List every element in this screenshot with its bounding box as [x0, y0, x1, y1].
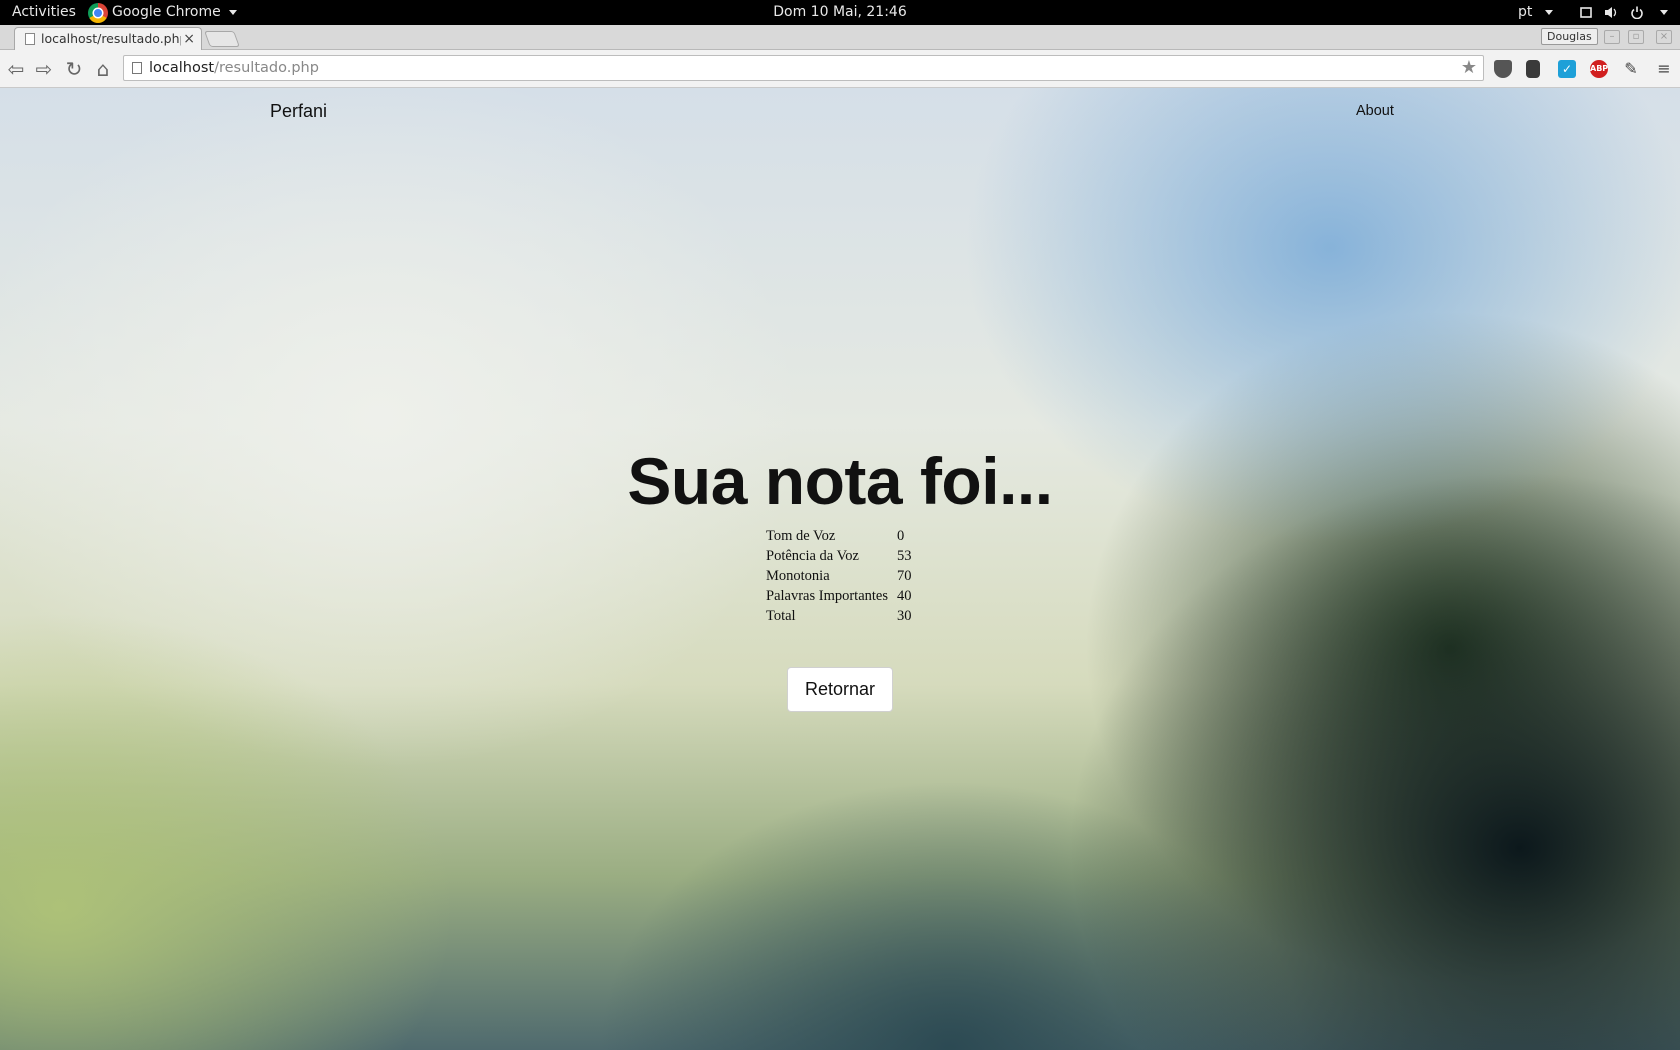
brand-link[interactable]: Perfani: [270, 101, 327, 122]
minimize-button[interactable]: –: [1604, 30, 1620, 44]
devtools-icon[interactable]: ✎: [1622, 60, 1640, 78]
score-label: Total: [766, 608, 796, 624]
profile-button[interactable]: Douglas: [1541, 28, 1598, 45]
score-value: 0: [897, 528, 905, 544]
address-bar[interactable]: localhost/resultado.php ★: [123, 55, 1484, 81]
clock[interactable]: Dom 10 Mai, 21:46: [0, 0, 1680, 25]
score-value: 40: [897, 588, 912, 604]
result-headline: Sua nota foi...: [627, 444, 1053, 518]
table-row: Tom de Voz 0: [766, 526, 912, 546]
volume-icon[interactable]: [1604, 6, 1618, 19]
system-menu-chevron-icon[interactable]: [1660, 10, 1668, 15]
table-row: Monotonia 70: [766, 566, 912, 586]
system-top-bar: Activities Google Chrome Dom 10 Mai, 21:…: [0, 0, 1680, 25]
adblock-plus-icon[interactable]: ABP: [1590, 60, 1608, 78]
maximize-button[interactable]: ▫: [1628, 30, 1644, 44]
power-icon[interactable]: [1630, 6, 1644, 19]
score-label: Tom de Voz: [766, 528, 836, 544]
browser-toolbar: ⇦ ⇨ ↻ ⌂ localhost/resultado.php ★ ✓ ABP …: [0, 50, 1680, 88]
table-row: Potência da Voz 53: [766, 546, 912, 566]
forward-icon[interactable]: ⇨: [32, 57, 56, 81]
score-value: 70: [897, 568, 912, 584]
language-label: pt: [1518, 4, 1533, 20]
window-close-button[interactable]: ×: [1656, 30, 1672, 44]
url-host: localhost: [149, 60, 215, 76]
todo-check-icon[interactable]: ✓: [1558, 60, 1576, 78]
language-selector[interactable]: pt: [1518, 0, 1553, 25]
bookmark-star-icon[interactable]: ★: [1461, 56, 1477, 80]
evernote-icon[interactable]: [1526, 60, 1540, 78]
nav-about-link[interactable]: About: [1356, 103, 1394, 119]
new-tab-button[interactable]: [204, 31, 240, 47]
tab-title: localhost/resultado.php: [41, 31, 181, 46]
url-path: /resultado.php: [214, 60, 319, 76]
page-icon: [25, 33, 35, 45]
url-text: localhost/resultado.php: [149, 56, 319, 80]
score-value: 30: [897, 608, 912, 624]
return-button[interactable]: Retornar: [787, 667, 893, 712]
table-row: Palavras Importantes 40: [766, 586, 912, 606]
page-viewport: Perfani About Sua nota foi... Tom de Voz…: [0, 88, 1680, 1050]
score-label: Monotonia: [766, 568, 830, 584]
home-icon[interactable]: ⌂: [91, 57, 115, 81]
tab-resultado[interactable]: localhost/resultado.php ×: [14, 27, 202, 50]
score-label: Potência da Voz: [766, 548, 859, 564]
close-icon[interactable]: ×: [183, 28, 195, 50]
table-row: Total 30: [766, 606, 912, 626]
display-icon[interactable]: [1579, 6, 1593, 19]
score-label: Palavras Importantes: [766, 588, 889, 604]
pocket-icon[interactable]: [1494, 60, 1512, 78]
score-value: 53: [897, 548, 912, 564]
back-icon[interactable]: ⇦: [4, 57, 28, 81]
scores-table: Tom de Voz 0 Potência da Voz 53 Monotoni…: [766, 526, 912, 626]
chrome-menu-icon[interactable]: ≡: [1655, 60, 1673, 78]
reload-icon[interactable]: ↻: [62, 57, 86, 81]
page-info-icon[interactable]: [132, 62, 142, 74]
chevron-down-icon: [1544, 9, 1553, 15]
tab-strip: localhost/resultado.php × Douglas – ▫ ×: [0, 25, 1680, 50]
